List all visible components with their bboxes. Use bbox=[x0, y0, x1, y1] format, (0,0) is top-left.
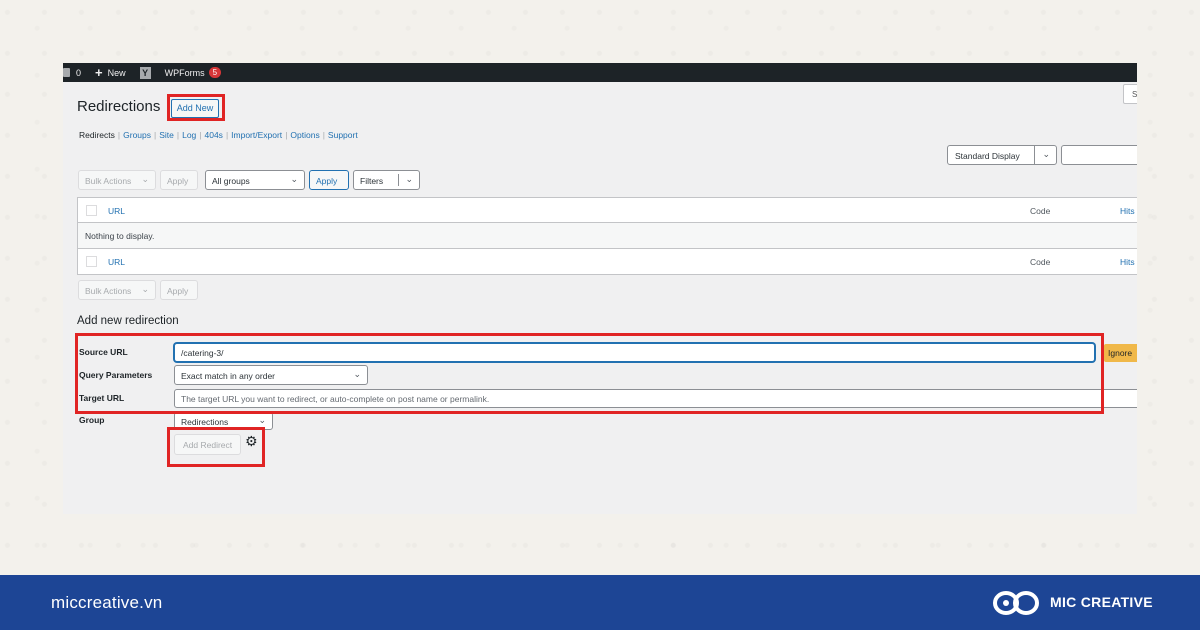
display-select[interactable]: Standard Display ⌄ bbox=[947, 145, 1057, 165]
divider bbox=[398, 174, 399, 186]
query-params-label: Query Parameters bbox=[79, 370, 153, 380]
plus-icon: + bbox=[95, 65, 103, 80]
yoast-item[interactable]: Y bbox=[139, 66, 151, 79]
column-code: Code bbox=[1030, 206, 1051, 216]
add-redirection-title: Add new redirection bbox=[77, 315, 179, 327]
table-header: URL Code Hits bbox=[78, 198, 1137, 223]
group-select[interactable]: Redirections ⌄ bbox=[174, 412, 273, 430]
chevron-down-icon: ⌄ bbox=[353, 369, 361, 379]
footer-website: miccreative.vn bbox=[51, 593, 163, 612]
bulk-actions-label: Bulk Actions bbox=[85, 176, 132, 186]
select-all-checkbox[interactable] bbox=[86, 205, 97, 216]
subnav-separator: | bbox=[176, 130, 180, 140]
query-params-select[interactable]: Exact match in any order ⌄ bbox=[174, 365, 368, 385]
target-url-label: Target URL bbox=[79, 393, 125, 403]
group-value: Redirections bbox=[181, 417, 229, 427]
page-title: Redirections bbox=[77, 98, 161, 115]
footer-brand: MIC CREATIVE bbox=[1050, 594, 1153, 610]
subnav-separator: | bbox=[322, 130, 325, 140]
apply-filter-button[interactable]: Apply bbox=[309, 170, 349, 190]
subnav-item-404s[interactable]: 404s bbox=[205, 130, 223, 140]
mic-creative-logo-icon bbox=[993, 591, 1039, 615]
apply-button-bottom[interactable]: Apply bbox=[160, 280, 198, 300]
subnav: Redirects | Groups | Site | Log | 404s | Import/Ex… bbox=[79, 130, 358, 140]
column-url-footer[interactable]: URL bbox=[108, 257, 125, 267]
subnav-item-options[interactable]: Options bbox=[290, 130, 319, 140]
gear-icon[interactable]: ⚙ bbox=[245, 434, 258, 448]
ignore-button[interactable]: Ignore bbox=[1104, 344, 1137, 362]
chevron-down-icon: ⌄ bbox=[141, 174, 149, 184]
wordpress-admin-screenshot: 0 + New Y WPForms 5 S Redirections Add N… bbox=[63, 63, 1137, 514]
comments-item[interactable]: 0 bbox=[63, 68, 81, 78]
add-redirect-button[interactable]: Add Redirect bbox=[174, 434, 241, 455]
chevron-down-icon: ⌄ bbox=[290, 174, 298, 184]
brand-footer: miccreative.vn MIC CREATIVE bbox=[0, 575, 1200, 630]
subnav-item-redirects[interactable]: Redirects bbox=[79, 130, 115, 140]
new-label: New bbox=[107, 67, 126, 78]
source-url-input[interactable]: /catering-3/ bbox=[174, 343, 1095, 362]
group-filter-value: All groups bbox=[212, 176, 250, 186]
chevron-down-icon: ⌄ bbox=[258, 415, 266, 425]
subnav-item-support[interactable]: Support bbox=[328, 130, 358, 140]
comments-count: 0 bbox=[76, 67, 82, 78]
apply-button-top[interactable]: Apply bbox=[160, 170, 198, 190]
bulk-actions-select-top[interactable]: Bulk Actions ⌄ bbox=[78, 170, 156, 190]
yoast-icon: Y bbox=[139, 66, 151, 79]
filters-label: Filters bbox=[360, 176, 384, 186]
filters-button[interactable]: Filters ⌄ bbox=[353, 170, 420, 190]
empty-message: Nothing to display. bbox=[85, 231, 155, 241]
display-select-value: Standard Display bbox=[955, 151, 1020, 161]
wpforms-item[interactable]: WPForms 5 bbox=[164, 67, 222, 78]
query-params-value: Exact match in any order bbox=[181, 371, 276, 381]
redirects-table: URL Code Hits Nothing to display. URL Co… bbox=[77, 197, 1137, 275]
wpforms-badge: 5 bbox=[208, 67, 222, 78]
screen-options-button[interactable]: S bbox=[1123, 84, 1137, 104]
admin-bar: 0 + New Y WPForms 5 bbox=[63, 63, 1137, 82]
column-code-footer: Code bbox=[1030, 257, 1051, 267]
new-content-item[interactable]: + New bbox=[95, 66, 126, 79]
subnav-separator: | bbox=[117, 130, 121, 140]
comment-icon bbox=[63, 68, 70, 77]
bulk-actions-select-bottom[interactable]: Bulk Actions ⌄ bbox=[78, 280, 156, 300]
bulk-actions-label: Bulk Actions bbox=[85, 286, 132, 296]
chevron-down-icon: ⌄ bbox=[405, 174, 413, 184]
column-hits-footer[interactable]: Hits bbox=[1120, 257, 1135, 267]
search-input[interactable] bbox=[1061, 145, 1137, 165]
subnav-separator: | bbox=[199, 130, 202, 140]
table-empty-row: Nothing to display. bbox=[78, 223, 1137, 249]
column-url[interactable]: URL bbox=[108, 206, 125, 216]
wpforms-label: WPForms bbox=[164, 67, 205, 78]
select-all-checkbox-footer[interactable] bbox=[86, 256, 97, 267]
chevron-down-icon: ⌄ bbox=[141, 284, 149, 294]
subnav-item-import-export[interactable]: Import/Export bbox=[231, 130, 282, 140]
add-new-button[interactable]: Add New bbox=[171, 99, 219, 118]
subnav-item-site[interactable]: Site bbox=[159, 130, 174, 140]
group-label: Group bbox=[79, 415, 105, 425]
subnav-separator: | bbox=[154, 130, 157, 140]
table-footer: URL Code Hits bbox=[78, 249, 1137, 274]
subnav-item-groups[interactable]: Groups bbox=[123, 130, 151, 140]
group-filter-select[interactable]: All groups ⌄ bbox=[205, 170, 305, 190]
target-url-input[interactable]: The target URL you want to redirect, or … bbox=[174, 389, 1137, 408]
display-dropdown-toggle[interactable]: ⌄ bbox=[1034, 146, 1056, 164]
source-url-label: Source URL bbox=[79, 347, 128, 357]
subnav-item-log[interactable]: Log bbox=[182, 130, 196, 140]
column-hits[interactable]: Hits bbox=[1120, 206, 1135, 216]
chevron-down-icon: ⌄ bbox=[1042, 149, 1050, 159]
subnav-separator: | bbox=[225, 130, 229, 140]
